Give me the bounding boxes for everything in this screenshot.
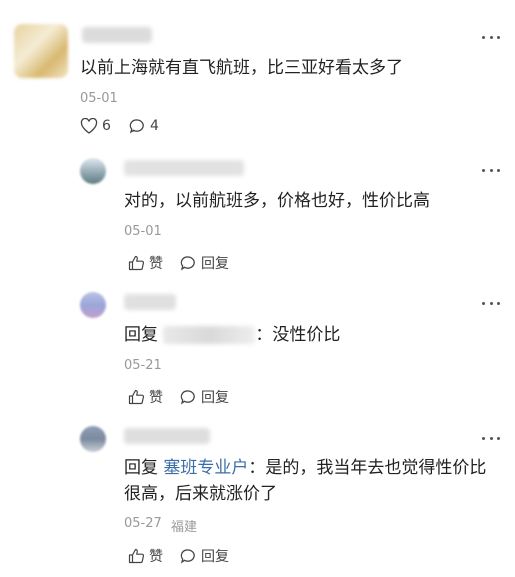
reply-text: 对的，以前航班多，价格也好，性价比高 [124,191,430,211]
reply-button[interactable]: 回复 [180,253,229,273]
comment-text: 以前上海就有直飞航班，比三亚好看太多了 [80,58,403,78]
avatar[interactable] [80,292,106,318]
thumbs-up-icon [128,389,145,405]
reply-label: 回复 [201,256,229,272]
username-blurred[interactable] [124,160,244,176]
like-count: 6 [102,118,111,134]
reply-location: 福建 [171,520,198,535]
username-blurred[interactable] [124,428,210,444]
reply-date: 05-01 [124,224,162,239]
reply-label: 回复 [201,549,229,565]
heart-icon [80,118,98,134]
like-button[interactable]: 6 [80,118,111,134]
reply-date: 05-27 [124,516,162,531]
like-button[interactable]: 赞 [128,253,163,273]
like-button[interactable]: 赞 [128,387,163,407]
comment-date: 05-01 [80,91,118,106]
like-label: 赞 [149,390,163,406]
comment-icon [180,256,195,271]
reply-label: 回复 [201,390,229,406]
reply-button[interactable]: 回复 [180,546,229,566]
reply-text-line2: 很高，后来就涨价了 [124,484,277,504]
like-label: 赞 [149,549,163,565]
reply-text-line1: 回复 塞班专业户：是的，我当年去也觉得性价比 [124,455,486,481]
reply-button[interactable]: 回复 [180,387,229,407]
reply-button[interactable]: 4 [129,118,159,134]
more-options-icon[interactable] [482,169,500,173]
reply-body: ：没性价比 [255,325,341,345]
reply-prefix: 回复 [124,458,158,478]
more-options-icon[interactable] [482,302,500,306]
comment-icon [180,549,195,564]
like-button[interactable]: 赞 [128,546,163,566]
reply-text: 回复 ：没性价比 [124,322,340,348]
reply-prefix: 回复 [124,325,158,345]
username-blurred[interactable] [82,27,152,43]
more-options-icon[interactable] [482,437,500,441]
avatar[interactable] [80,426,106,452]
like-label: 赞 [149,256,163,272]
comment-icon [129,119,144,134]
more-options-icon[interactable] [482,36,500,40]
thumbs-up-icon [128,548,145,564]
mentioned-user-blurred[interactable] [163,326,256,344]
username-blurred[interactable] [124,294,176,310]
reply-body: ：是的，我当年去也觉得性价比 [248,458,487,478]
mentioned-user-link[interactable]: 塞班专业户 [163,458,248,478]
reply-date: 05-21 [124,358,162,373]
avatar[interactable] [14,24,68,78]
reply-count: 4 [150,118,159,134]
avatar[interactable] [80,158,106,184]
thumbs-up-icon [128,255,145,271]
comment-icon [180,390,195,405]
